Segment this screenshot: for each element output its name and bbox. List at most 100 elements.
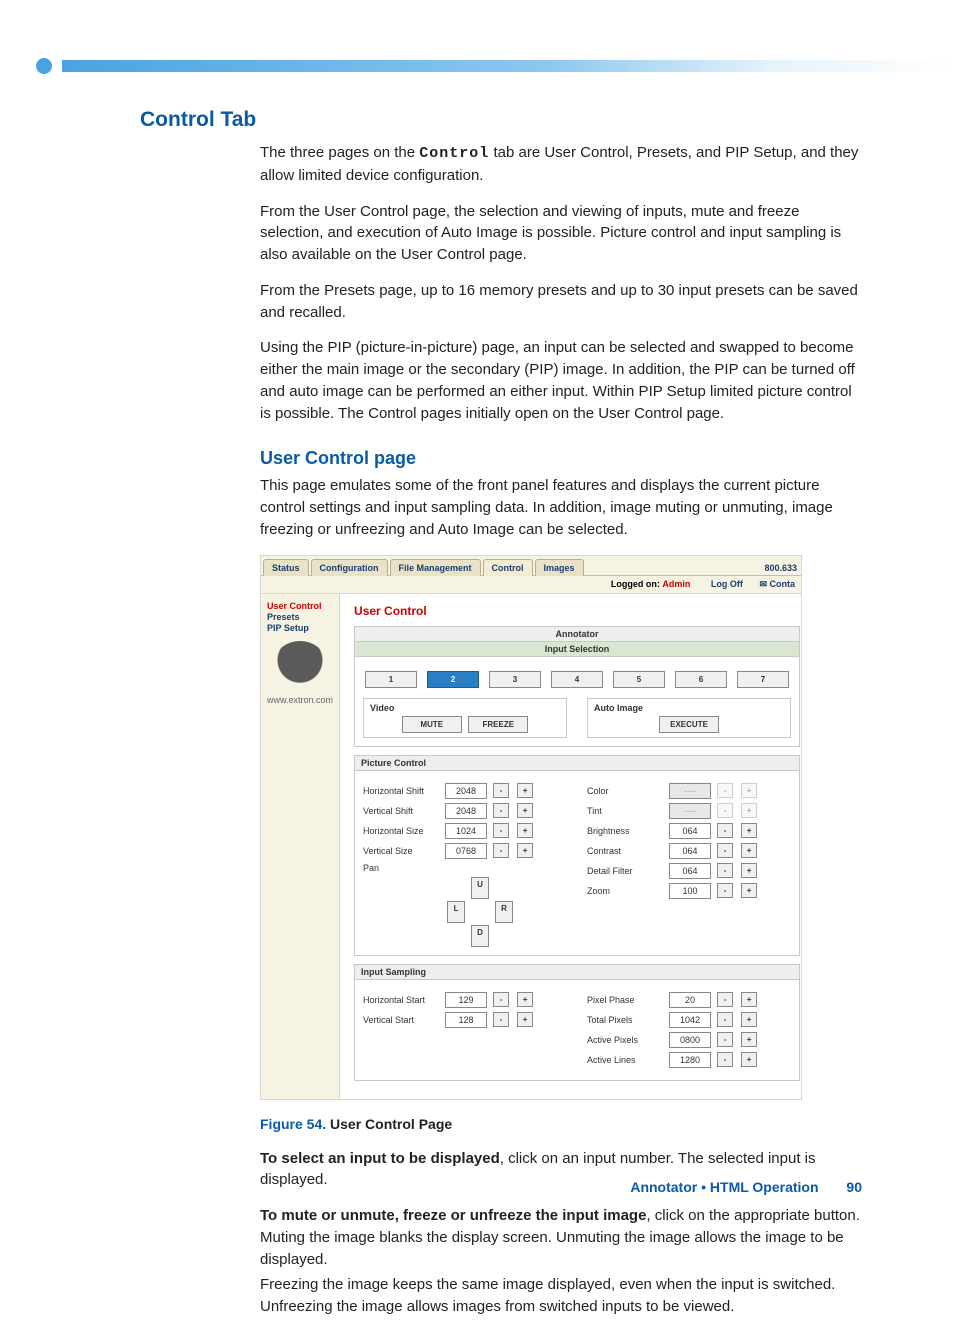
contact-link[interactable]: ✉ Conta <box>759 579 795 589</box>
contrast-label: Contrast <box>587 846 665 856</box>
figure-user-control: Status Configuration File Management Con… <box>260 555 802 1100</box>
freeze-button[interactable]: FREEZE <box>468 716 528 733</box>
panel-picture-control: Picture Control Horizontal Shift2048-+ V… <box>354 755 800 956</box>
detail-filter-value[interactable]: 064 <box>669 863 711 879</box>
vstart-plus[interactable]: + <box>517 1012 533 1027</box>
tint-value: ---- <box>669 803 711 819</box>
tint-minus: - <box>717 803 733 818</box>
mute-button[interactable]: MUTE <box>402 716 462 733</box>
active-lines-minus[interactable]: - <box>717 1052 733 1067</box>
active-lines-value[interactable]: 1280 <box>669 1052 711 1068</box>
vsize-plus[interactable]: + <box>517 843 533 858</box>
footer-page: 90 <box>846 1179 862 1195</box>
total-pixels-plus[interactable]: + <box>741 1012 757 1027</box>
vshift-minus[interactable]: - <box>493 803 509 818</box>
page-content: Control Tab The three pages on the Contr… <box>140 108 860 1332</box>
figure-caption-label: Figure 54. <box>260 1116 326 1132</box>
tab-configuration[interactable]: Configuration <box>311 559 388 576</box>
figure-statusbar: Logged on: Admin Log Off ✉ Conta <box>261 576 801 594</box>
hsize-value[interactable]: 1024 <box>445 823 487 839</box>
brightness-plus[interactable]: + <box>741 823 757 838</box>
hstart-plus[interactable]: + <box>517 992 533 1007</box>
logoff-link[interactable]: Log Off <box>711 579 743 589</box>
hshift-minus[interactable]: - <box>493 783 509 798</box>
side-user-control[interactable]: User Control <box>267 601 333 611</box>
paragraph-4: Using the PIP (picture-in-picture) page,… <box>260 337 860 424</box>
hsize-plus[interactable]: + <box>517 823 533 838</box>
vshift-value[interactable]: 2048 <box>445 803 487 819</box>
tab-file-management[interactable]: File Management <box>390 559 481 576</box>
total-pixels-minus[interactable]: - <box>717 1012 733 1027</box>
total-pixels-value[interactable]: 1042 <box>669 1012 711 1028</box>
vstart-value[interactable]: 128 <box>445 1012 487 1028</box>
input-4-button[interactable]: 4 <box>551 671 603 688</box>
vsize-minus[interactable]: - <box>493 843 509 858</box>
detail-filter-plus[interactable]: + <box>741 863 757 878</box>
tab-images[interactable]: Images <box>535 559 584 576</box>
brightness-label: Brightness <box>587 826 665 836</box>
vstart-minus[interactable]: - <box>493 1012 509 1027</box>
vsize-label: Vertical Size <box>363 846 441 856</box>
pan-right-button[interactable]: R <box>495 901 513 923</box>
pixel-phase-plus[interactable]: + <box>741 992 757 1007</box>
zoom-plus[interactable]: + <box>741 883 757 898</box>
input-5-button[interactable]: 5 <box>613 671 665 688</box>
pixel-phase-minus[interactable]: - <box>717 992 733 1007</box>
color-value: ---- <box>669 783 711 799</box>
pixel-phase-label: Pixel Phase <box>587 995 665 1005</box>
hstart-value[interactable]: 129 <box>445 992 487 1008</box>
pan-label: Pan <box>363 863 441 873</box>
pixel-phase-value[interactable]: 20 <box>669 992 711 1008</box>
input-3-button[interactable]: 3 <box>489 671 541 688</box>
side-pip-setup[interactable]: PIP Setup <box>267 623 333 633</box>
side-url[interactable]: www.extron.com <box>267 695 333 705</box>
tint-plus: + <box>741 803 757 818</box>
tab-control[interactable]: Control <box>483 559 533 576</box>
hshift-value[interactable]: 2048 <box>445 783 487 799</box>
paragraph-2: From the User Control page, the selectio… <box>260 201 860 266</box>
picture-control-left: Horizontal Shift2048-+ Vertical Shift204… <box>363 779 567 947</box>
pan-left-button[interactable]: L <box>447 901 465 923</box>
input-7-button[interactable]: 7 <box>737 671 789 688</box>
contact-text: Conta <box>770 579 796 589</box>
figure-title: User Control <box>354 604 800 618</box>
after-p2-bold: To mute or unmute, freeze or unfreeze th… <box>260 1207 646 1224</box>
input-6-button[interactable]: 6 <box>675 671 727 688</box>
video-box: Video MUTE FREEZE <box>363 698 567 738</box>
panel-annotator-title: Annotator <box>355 627 799 642</box>
brightness-value[interactable]: 064 <box>669 823 711 839</box>
detail-filter-label: Detail Filter <box>587 866 665 876</box>
page-accent-bar <box>62 60 954 72</box>
hsize-minus[interactable]: - <box>493 823 509 838</box>
execute-button[interactable]: EXECUTE <box>659 716 719 733</box>
contrast-minus[interactable]: - <box>717 843 733 858</box>
side-presets[interactable]: Presets <box>267 612 333 622</box>
picture-control-title: Picture Control <box>355 756 799 771</box>
zoom-value[interactable]: 100 <box>669 883 711 899</box>
pan-up-button[interactable]: U <box>471 877 489 899</box>
contrast-plus[interactable]: + <box>741 843 757 858</box>
mail-icon: ✉ <box>759 579 767 589</box>
input-1-button[interactable]: 1 <box>365 671 417 688</box>
tab-status[interactable]: Status <box>263 559 309 576</box>
hshift-plus[interactable]: + <box>517 783 533 798</box>
input-2-button[interactable]: 2 <box>427 671 479 688</box>
contrast-value[interactable]: 064 <box>669 843 711 859</box>
vsize-value[interactable]: 0768 <box>445 843 487 859</box>
input-sampling-title: Input Sampling <box>355 965 799 980</box>
brightness-minus[interactable]: - <box>717 823 733 838</box>
hstart-minus[interactable]: - <box>493 992 509 1007</box>
hshift-label: Horizontal Shift <box>363 786 441 796</box>
input-sampling-right: Pixel Phase20-+ Total Pixels1042-+ Activ… <box>587 988 791 1072</box>
zoom-minus[interactable]: - <box>717 883 733 898</box>
zoom-label: Zoom <box>587 886 665 896</box>
active-pixels-minus[interactable]: - <box>717 1032 733 1047</box>
active-pixels-plus[interactable]: + <box>741 1032 757 1047</box>
vshift-label: Vertical Shift <box>363 806 441 816</box>
pan-down-button[interactable]: D <box>471 925 489 947</box>
figure-caption: Figure 54. User Control Page <box>260 1116 860 1132</box>
active-lines-plus[interactable]: + <box>741 1052 757 1067</box>
active-pixels-value[interactable]: 0800 <box>669 1032 711 1048</box>
detail-filter-minus[interactable]: - <box>717 863 733 878</box>
vshift-plus[interactable]: + <box>517 803 533 818</box>
